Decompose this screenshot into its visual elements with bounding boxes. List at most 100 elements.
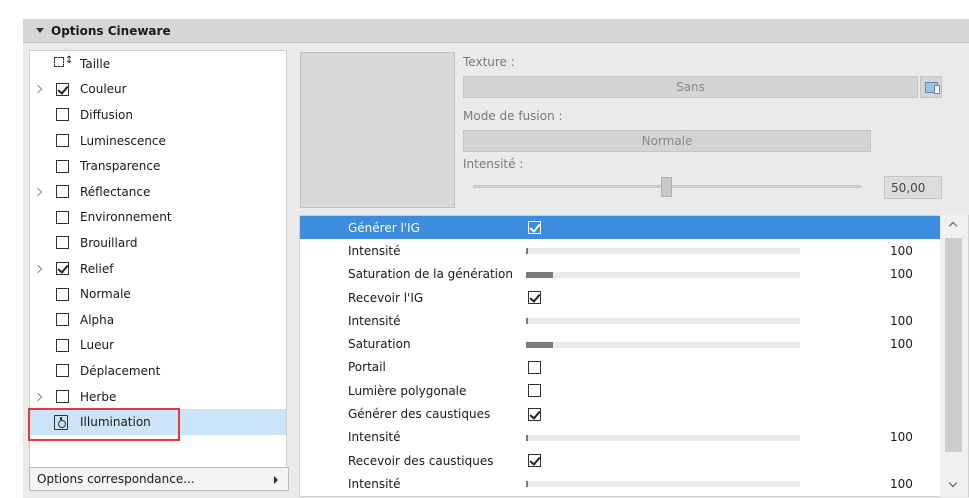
scroll-up-icon[interactable] [948,221,958,231]
property-slider[interactable] [526,481,800,488]
channel-checkbox[interactable] [56,364,69,378]
blend-mode-label: Mode de fusion : [463,109,563,123]
property-row[interactable]: Intensité 100 [300,309,940,332]
tree-item-relief[interactable]: Relief [30,256,286,282]
tree-item-deplacement[interactable]: Déplacement [30,358,286,384]
tree-item-diffusion[interactable]: Diffusion [30,102,286,128]
tree-item-reflectance[interactable]: Réflectance [30,179,286,205]
property-slider[interactable] [526,318,800,325]
tree-item-brouillard[interactable]: Brouillard [30,230,286,256]
texture-label: Texture : [463,55,515,69]
tree-item-label: Brouillard [80,235,138,250]
property-name: Intensité [348,243,401,258]
options-matching-button[interactable]: Options correspondance... [29,467,289,491]
property-row[interactable]: Saturation 100 [300,333,940,356]
tree-item-label: Transparence [80,159,161,174]
expand-chevron-icon[interactable] [33,263,45,275]
property-value[interactable]: 100 [890,430,913,444]
illumination-properties-list: Générer l'IG Intensité 100 Saturation de la… [299,215,969,497]
texture-browse-button[interactable] [920,76,942,98]
property-slider[interactable] [526,341,800,348]
channel-checkbox[interactable] [56,159,69,173]
property-value[interactable]: 100 [890,267,913,281]
channel-checkbox[interactable] [56,313,69,327]
channel-checkbox[interactable] [56,236,69,250]
property-name: Intensité [348,430,401,445]
property-name: Saturation de la génération [348,267,513,282]
texture-preview [300,52,455,208]
property-slider[interactable] [526,248,800,255]
tree-item-taille[interactable]: ↕ Taille [30,51,286,77]
channel-checkbox[interactable] [56,210,69,224]
property-slider[interactable] [526,434,800,441]
scroll-down-icon[interactable] [948,478,958,488]
property-value[interactable]: 100 [890,477,913,491]
channel-checkbox[interactable] [56,134,69,148]
channel-checkbox[interactable] [56,185,69,199]
property-checkbox[interactable] [528,454,541,468]
tree-item-alpha[interactable]: Alpha [30,307,286,333]
tree-item-lueur[interactable]: Lueur [30,333,286,359]
channel-checkbox[interactable] [56,82,69,96]
property-row[interactable]: Lumière polygonale [300,379,940,402]
property-checkbox[interactable] [528,221,541,235]
channel-checkbox[interactable] [56,390,69,404]
property-checkbox[interactable] [528,384,541,398]
tree-item-label: Herbe [80,389,117,404]
blend-mode-select[interactable]: Normale [463,130,871,152]
property-checkbox[interactable] [528,407,541,421]
channel-checkbox[interactable] [56,338,69,352]
tree-item-label: Diffusion [80,107,133,122]
folder-icon [925,82,940,94]
property-slider[interactable] [526,271,800,278]
property-row[interactable]: Intensité 100 [300,426,940,449]
property-slider-fill [526,434,528,441]
expand-chevron-icon[interactable] [33,391,45,403]
tree-item-couleur[interactable]: Couleur [30,77,286,103]
tree-item-luminescence[interactable]: Luminescence [30,128,286,154]
property-row[interactable]: Intensité 100 [300,472,940,495]
property-checkbox[interactable] [528,291,541,305]
intensity-label: Intensité : [463,157,524,171]
property-row[interactable]: Générer l'IG [300,216,940,240]
property-value[interactable]: 100 [890,244,913,258]
property-row[interactable]: Générer des caustiques [300,402,940,425]
property-slider-fill [526,481,528,488]
intensity-value-field[interactable]: 50,00 [884,176,942,199]
property-slider-fill [526,341,554,348]
property-value[interactable]: 100 [890,314,913,328]
tree-item-label: Couleur [80,82,127,97]
expand-chevron-icon[interactable] [33,186,45,198]
chevron-right-icon [274,476,278,484]
property-slider-fill [526,248,528,255]
property-name: Générer l'IG [348,220,420,235]
panel-header[interactable]: Options Cineware [23,19,969,43]
property-row[interactable]: Portail [300,356,940,379]
texture-field[interactable]: Sans [463,76,918,98]
scrollbar-thumb[interactable] [945,238,962,452]
options-matching-label: Options correspondance... [37,472,195,486]
property-row[interactable]: Recevoir l'IG [300,286,940,309]
tree-item-label: Déplacement [80,363,161,378]
tree-item-transparence[interactable]: Transparence [30,153,286,179]
property-value[interactable]: 100 [890,337,913,351]
tree-item-herbe[interactable]: Herbe [30,384,286,410]
property-name: Recevoir des caustiques [348,453,494,468]
tree-item-label: Normale [80,287,131,302]
property-checkbox[interactable] [528,360,541,374]
property-row[interactable]: Recevoir des caustiques [300,449,940,472]
properties-scrollbar[interactable] [940,215,968,497]
channel-checkbox[interactable] [56,287,69,301]
channel-checkbox[interactable] [56,262,69,276]
channel-checkbox[interactable] [56,108,69,122]
tree-item-normale[interactable]: Normale [30,281,286,307]
collapse-triangle-icon[interactable] [36,28,44,33]
property-row[interactable]: Intensité 100 [300,239,940,262]
tree-item-environnement[interactable]: Environnement [30,205,286,231]
property-name: Intensité [348,313,401,328]
property-name: Intensité [348,476,401,491]
property-row[interactable]: Saturation de la génération 100 [300,263,940,286]
property-name: Générer des caustiques [348,407,491,422]
intensity-slider-thumb[interactable] [661,177,672,197]
expand-chevron-icon[interactable] [33,83,45,95]
